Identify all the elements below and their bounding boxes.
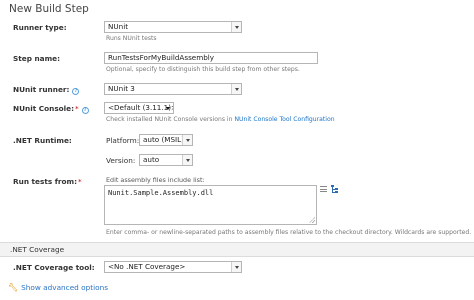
chevron-down-icon — [182, 135, 192, 145]
run-tests-from-label: Run tests from:* — [13, 177, 82, 186]
net-coverage-tool-select[interactable]: <No .NET Coverage> — [104, 261, 242, 273]
runner-type-label: Runner type: — [13, 23, 67, 32]
chevron-down-icon — [182, 155, 192, 165]
nunit-console-label-text: NUnit Console: — [13, 104, 75, 113]
nunit-console-label: NUnit Console:*? — [13, 104, 89, 114]
version-label: Version: — [106, 156, 136, 165]
run-tests-value: Nunit.Sample.Assembly.dll — [108, 189, 214, 197]
step-name-input[interactable]: RunTestsForMyBuildAssembly — [104, 52, 318, 64]
page-title: New Build Step — [9, 3, 89, 15]
chevron-down-icon — [163, 103, 173, 113]
tree-icon[interactable] — [331, 185, 339, 193]
runner-type-hint: Runs NUnit tests — [106, 35, 157, 42]
run-tests-textarea[interactable]: Nunit.Sample.Assembly.dll — [104, 185, 317, 225]
net-coverage-tool-value: <No .NET Coverage> — [108, 262, 186, 271]
chevron-down-icon — [231, 262, 241, 272]
wrench-icon: 🔧︎ — [8, 283, 19, 292]
runner-type-value: NUnit — [108, 22, 129, 31]
nunit-runner-label: NUnit runner:? — [13, 85, 80, 95]
nunit-runner-label-text: NUnit runner: — [13, 85, 70, 94]
step-name-label: Step name: — [13, 54, 61, 63]
run-tests-from-label-text: Run tests from: — [13, 177, 78, 186]
runner-type-select[interactable]: NUnit — [104, 21, 242, 33]
run-tests-hint: Enter comma- or newline-separated paths … — [106, 229, 472, 236]
platform-select[interactable]: auto (MSIL) — [139, 134, 193, 146]
required-mark: * — [75, 104, 79, 113]
nunit-console-tool-link[interactable]: NUnit Console Tool Configuration — [234, 116, 334, 123]
chevron-down-icon — [231, 22, 241, 32]
net-coverage-tool-label: .NET Coverage tool: — [13, 263, 95, 272]
nunit-runner-select[interactable]: NUnit 3 — [104, 83, 242, 95]
required-mark: * — [78, 177, 82, 186]
show-advanced-options-label: Show advanced options — [21, 283, 109, 292]
nunit-runner-value: NUnit 3 — [108, 84, 135, 93]
help-icon[interactable]: ? — [72, 88, 80, 95]
nunit-console-hint-text: Check installed NUnit Console versions i… — [106, 116, 235, 123]
platform-value: auto (MSIL) — [143, 135, 184, 144]
nunit-console-select[interactable]: <Default (3.11.1)> — [104, 102, 174, 114]
net-coverage-section-header: .NET Coverage — [0, 242, 474, 257]
step-name-hint: Optional, specify to distinguish this bu… — [106, 66, 300, 73]
nunit-console-hint: Check installed NUnit Console versions i… — [106, 116, 335, 123]
chevron-down-icon — [231, 84, 241, 94]
net-runtime-label: .NET Runtime: — [13, 136, 72, 145]
list-icon[interactable] — [320, 186, 327, 192]
version-value: auto — [143, 155, 160, 164]
run-tests-top-hint: Edit assembly files include list: — [106, 176, 205, 184]
help-icon[interactable]: ? — [81, 107, 89, 114]
resize-grip-icon[interactable] — [309, 217, 315, 223]
platform-label: Platform: — [106, 136, 140, 145]
show-advanced-options-link[interactable]: 🔧︎ Show advanced options — [8, 283, 108, 292]
version-select[interactable]: auto — [139, 154, 193, 166]
